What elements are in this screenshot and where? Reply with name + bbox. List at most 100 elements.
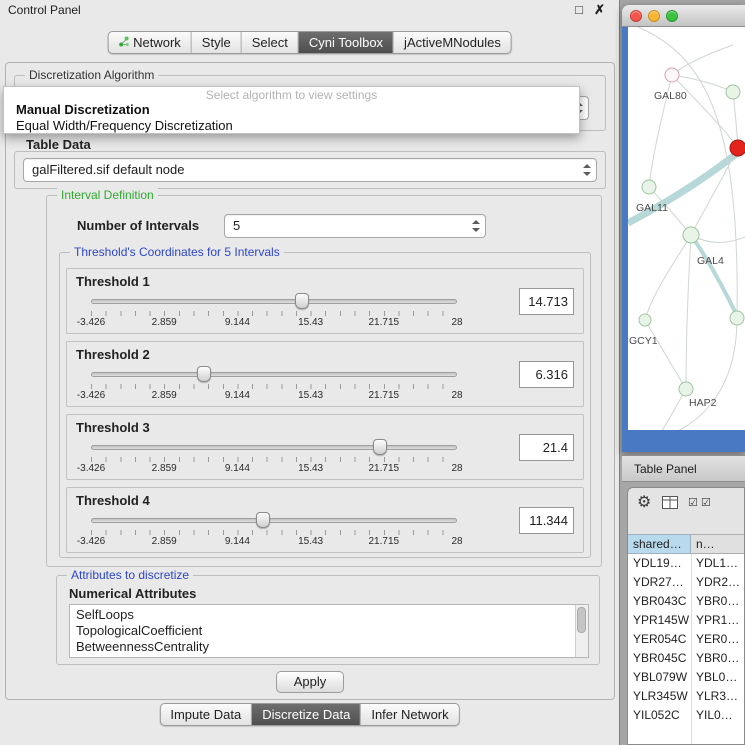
table-row[interactable]: YBR045CYBR0… — [628, 649, 744, 668]
threshold-slider[interactable] — [91, 293, 457, 309]
number-of-intervals-label: Number of Intervals — [77, 218, 199, 233]
tab-jactivemnodules[interactable]: jActiveMNodules — [394, 32, 511, 53]
control-panel-window: Control Panel □ ✗ Network Style Select C… — [0, 0, 620, 745]
network-node-selected[interactable] — [730, 140, 745, 156]
threshold-slider[interactable] — [91, 366, 457, 382]
bottom-tab-bar: Impute Data Discretize Data Infer Networ… — [159, 703, 459, 726]
threshold-value-field[interactable]: 14.713 — [519, 288, 574, 315]
thresholds-group: Threshold's Coordinates for 5 Intervals … — [59, 252, 591, 558]
network-edge — [691, 148, 738, 235]
table-row[interactable]: YDR27…YDR2… — [628, 573, 744, 592]
dropdown-option-manual-discretization[interactable]: Manual Discretization — [4, 102, 579, 118]
slider-ticks — [91, 530, 457, 535]
close-window-icon[interactable]: ✗ — [594, 2, 605, 18]
table-body[interactable]: YDL19…YDL1… YDR27…YDR2… YBR043CYBR0… YPR… — [628, 554, 744, 744]
tab-discretize-data[interactable]: Discretize Data — [252, 704, 361, 725]
threshold-slider[interactable] — [91, 439, 457, 455]
network-node[interactable] — [665, 68, 679, 82]
table-row[interactable]: YIL052CYIL0… — [628, 706, 744, 725]
number-of-intervals-value: 5 — [233, 218, 240, 233]
scrollbar-thumb[interactable] — [577, 607, 586, 633]
network-node[interactable] — [726, 85, 740, 99]
slider-thumb[interactable] — [256, 512, 270, 528]
float-window-icon[interactable]: □ — [575, 2, 583, 17]
slider-scale: -3.4262.8599.14415.4321.71528 — [91, 317, 457, 329]
table-data-combobox[interactable]: galFiltered.sif default node — [23, 158, 597, 182]
network-edge — [672, 75, 738, 148]
slider-ticks — [91, 311, 457, 316]
network-node-label: GAL80 — [654, 90, 687, 102]
threshold-label: Threshold 3 — [76, 420, 150, 435]
dropdown-option-equal-width-frequency[interactable]: Equal Width/Frequency Discretization — [4, 118, 579, 134]
slider-thumb[interactable] — [373, 439, 387, 455]
network-node[interactable] — [730, 311, 744, 325]
table-row[interactable]: YDL19…YDL1… — [628, 554, 744, 573]
network-node[interactable] — [639, 314, 651, 326]
table-panel-header[interactable]: Table Panel — [622, 455, 745, 482]
list-item[interactable]: BetweennessCentrality — [70, 639, 588, 655]
threshold-slider[interactable] — [91, 512, 457, 528]
threshold-panel-2: Threshold 2 -3.4262.8599.14415.4321.7152… — [66, 341, 584, 407]
network-node-label: GCY1 — [629, 335, 658, 347]
threshold-label: Threshold 1 — [76, 274, 150, 289]
table-browser-window: ⚙ ☑ ☑ shared… n… YDL19…YDL1… YDR27…YDR2…… — [627, 487, 745, 745]
tab-label: Cyni Toolbox — [309, 35, 383, 50]
apply-button[interactable]: Apply — [276, 671, 344, 693]
network-node[interactable] — [679, 382, 693, 396]
gear-icon[interactable]: ⚙ — [637, 492, 651, 512]
table-row[interactable]: YER054CYER0… — [628, 630, 744, 649]
tab-style[interactable]: Style — [192, 32, 242, 53]
tab-label: Discretize Data — [262, 707, 350, 722]
slider-track[interactable] — [91, 372, 457, 377]
slider-ticks — [91, 457, 457, 462]
network-edge — [686, 235, 691, 389]
table-panel-title: Table Panel — [634, 462, 697, 476]
numerical-attributes-list[interactable]: SelfLoops TopologicalCoefficient Between… — [69, 604, 589, 658]
slider-ticks — [91, 384, 457, 389]
slider-thumb[interactable] — [295, 293, 309, 309]
table-row[interactable]: YLR345WYLR3… — [628, 687, 744, 706]
tab-label: jActiveMNodules — [404, 35, 501, 50]
slider-track[interactable] — [91, 299, 457, 304]
network-node-label: GAL4 — [697, 255, 724, 267]
slider-track[interactable] — [91, 445, 457, 450]
mac-minimize-button[interactable] — [648, 10, 660, 22]
threshold-value-field[interactable]: 21.4 — [519, 434, 574, 461]
slider-track[interactable] — [91, 518, 457, 523]
tab-select[interactable]: Select — [242, 32, 299, 53]
threshold-value-field[interactable]: 11.344 — [519, 507, 574, 534]
network-icon — [118, 35, 129, 50]
list-item[interactable]: TopologicalCoefficient — [70, 623, 588, 639]
table-row[interactable]: YBR043CYBR0… — [628, 592, 744, 611]
table-data-label: Table Data — [26, 137, 91, 152]
mac-close-button[interactable] — [630, 10, 642, 22]
window-title: Control Panel — [8, 3, 81, 17]
network-view-window: GAL80 GAL11 GAL4 GCY1 HAP2 — [622, 5, 745, 452]
slider-scale: -3.4262.8599.14415.4321.71528 — [91, 536, 457, 548]
tab-infer-network[interactable]: Infer Network — [361, 704, 458, 725]
network-canvas[interactable]: GAL80 GAL11 GAL4 GCY1 HAP2 — [628, 27, 745, 430]
table-row[interactable]: YPR145WYPR1… — [628, 611, 744, 630]
mac-zoom-button[interactable] — [666, 10, 678, 22]
column-header-shared-name[interactable]: shared… — [628, 534, 691, 554]
select-none-checkbox-icon[interactable]: ☑ — [701, 496, 711, 509]
list-scrollbar[interactable] — [575, 605, 588, 657]
tab-label: Select — [252, 35, 288, 50]
tab-label: Infer Network — [371, 707, 448, 722]
tab-impute-data[interactable]: Impute Data — [160, 704, 252, 725]
tab-label: Network — [133, 35, 181, 50]
columns-icon[interactable] — [662, 496, 678, 514]
list-item[interactable]: SelfLoops — [70, 607, 588, 623]
network-node[interactable] — [683, 227, 699, 243]
slider-thumb[interactable] — [197, 366, 211, 382]
table-row[interactable]: YBL079WYBL0… — [628, 668, 744, 687]
column-header-name[interactable]: n… — [691, 534, 744, 554]
tab-network[interactable]: Network — [108, 32, 192, 53]
number-of-intervals-combobox[interactable]: 5 — [224, 214, 486, 238]
network-node[interactable] — [642, 180, 656, 194]
tab-cyni-toolbox[interactable]: Cyni Toolbox — [299, 32, 394, 53]
select-all-checkbox-icon[interactable]: ☑ — [688, 496, 698, 509]
network-graph: GAL80 GAL11 GAL4 GCY1 HAP2 — [628, 27, 745, 430]
stepper-icon — [583, 164, 591, 176]
threshold-value-field[interactable]: 6.316 — [519, 361, 574, 388]
